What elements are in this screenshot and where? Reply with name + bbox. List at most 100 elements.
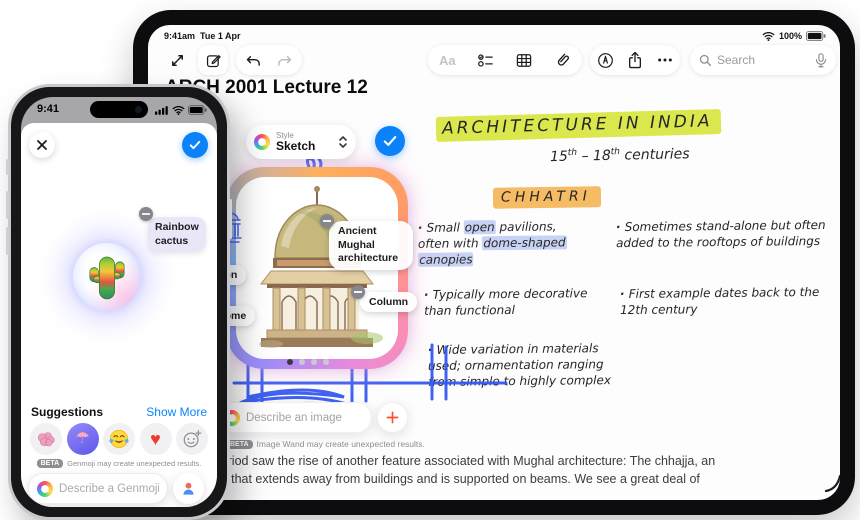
share-button[interactable] [622,47,648,73]
describe-genmoji-input[interactable] [59,482,159,495]
laughing-emoji-icon [109,429,129,449]
beta-badge: BETA [36,459,64,468]
image-description-field [214,402,372,433]
checklist-icon [478,53,494,67]
plus-icon [386,411,399,424]
suggestions-header: Suggestions Show More [31,405,207,419]
status-time: 9:41 [37,103,60,115]
battery-icon [188,105,207,115]
checklist-button[interactable] [473,47,499,73]
iphone-status-bar: 9:41 [21,97,217,123]
show-more-link[interactable]: Show More [146,405,207,419]
person-genmoji-button[interactable] [173,473,204,504]
battery-icon [806,31,826,41]
suggestion-laughing[interactable] [103,423,135,455]
suggestion-brain[interactable] [30,423,62,455]
minus-icon [354,291,362,293]
rainbow-cactus-emoji [89,256,125,300]
suggestion-heart[interactable]: ♥ [139,423,172,455]
marketing-composite: 9:41am Tue 1 Apr 100% Aa Search ARCH 200… [0,0,860,520]
hw-bullet: Sometimes stand-alone but often added to… [616,218,828,252]
checkmark-icon [189,140,201,150]
person-icon [183,482,194,495]
hw-section-title: CHHATRI [492,186,601,209]
page-indicator[interactable] [287,359,329,365]
iphone-genmoji-screen: 9:41 Rainbow cactus Suggestions Show Mor… [21,97,217,507]
umbrella-glyph: ☂ [75,430,90,447]
style-value: Sketch [276,138,316,153]
remove-tag-button[interactable] [351,285,365,299]
genmoji-disclaimer: BETA Genmoji may create unexpected resul… [21,459,217,468]
remove-tag-button[interactable] [320,214,334,228]
search-input[interactable] [717,53,810,67]
cellular-icon [155,106,168,115]
checkmark-icon [383,136,397,146]
genmoji-preview-bubble [73,243,141,311]
undo-redo-group [236,45,302,75]
disclaimer-text: Image Wand may create unexpected results… [256,439,425,449]
page-curl-mark [824,474,840,493]
share-icon [629,51,641,69]
toolbar-search [690,45,836,75]
status-date: Tue 1 Apr [200,31,241,41]
dynamic-island [90,101,148,118]
suggestions-title: Suggestions [31,405,104,419]
tag-column[interactable]: Column [360,292,418,312]
action-button [6,159,9,175]
genmoji-description-field [28,473,168,504]
mic-icon[interactable] [815,52,827,68]
close-button[interactable] [29,132,55,158]
search-icon [699,54,712,66]
table-button[interactable] [511,47,537,73]
format-button[interactable]: Aa [434,47,460,73]
tag-ancient-mughal[interactable]: Ancient Mughal architecture [329,221,413,270]
genmoji-sheet: Rainbow cactus Suggestions Show More ☂ ♥ [21,123,217,507]
redo-icon [278,55,292,66]
hw-heading: ARCHITECTURE IN INDIA [435,109,721,142]
shrink-icon [171,54,183,66]
ipad-device: 9:41am Tue 1 Apr 100% Aa Search ARCH 200… [133,10,855,515]
paperclip-icon [557,53,569,66]
genmoji-prompt-tag[interactable]: Rainbow cactus [148,217,206,253]
iphone-device: 9:41 Rainbow cactus Suggestions Show Mor… [6,84,232,520]
remove-tag-button[interactable] [139,207,153,221]
brain-icon [37,431,55,446]
suggestion-row: ☂ ♥ [30,423,208,455]
ellipsis-icon [658,58,672,62]
confirm-button[interactable] [182,132,208,158]
compose-button[interactable] [198,45,228,75]
wand-accept-button[interactable] [375,126,405,156]
wifi-icon [172,105,185,115]
ipad-notes-screen: 9:41am Tue 1 Apr 100% Aa Search ARCH 200… [148,25,840,500]
style-selector[interactable]: Style Sketch [246,125,356,159]
chevron-up-down-icon [339,136,347,148]
undo-button[interactable] [240,47,266,73]
disclaimer-text: Genmoji may create unexpected results. [67,459,202,468]
wifi-icon [762,32,775,41]
apple-intelligence-icon [254,134,270,150]
volume-up-button [6,191,9,219]
ipad-status-bar: 9:41am Tue 1 Apr 100% [164,30,826,42]
describe-image-input[interactable] [246,411,362,424]
toolbar-left [164,45,302,75]
markup-pencil-icon [597,52,613,68]
add-suggestion-button[interactable] [377,402,408,433]
redo-button[interactable] [273,47,299,73]
attachment-button[interactable] [550,47,576,73]
suggestion-umbrella[interactable]: ☂ [66,423,99,455]
compose-icon [206,54,221,67]
heart-glyph: ♥ [150,429,161,449]
shrink-button[interactable] [164,47,190,73]
apple-intelligence-icon [37,480,53,497]
minus-icon [142,213,150,215]
more-button[interactable] [652,47,678,73]
toolbar-format: Aa [428,45,582,75]
ipad-clock: 9:41am Tue 1 Apr [164,31,241,41]
add-emoji-icon [183,430,202,448]
minus-icon [323,220,331,222]
side-button [229,199,232,239]
add-emoji-button[interactable] [176,423,208,455]
status-time: 9:41am [164,31,196,41]
markup-button[interactable] [592,47,618,73]
volume-down-button [6,227,9,255]
